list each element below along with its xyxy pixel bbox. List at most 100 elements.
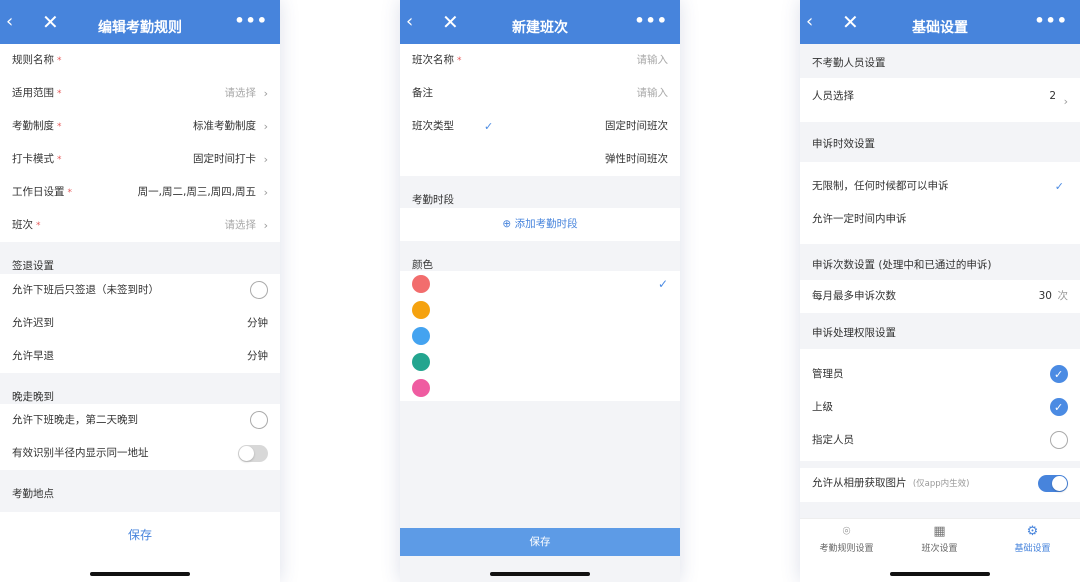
shift-value: 请选择: [224, 219, 257, 231]
basic-settings-screen: ‹ ✕ 基础设置 ••• 不考勤人员设置 人员选择 2 › 申诉时效设置 无限制…: [800, 0, 1080, 582]
sign-out-only-radio[interactable]: [250, 281, 268, 299]
tab-rule-settings[interactable]: ⌾ 考勤规则设置: [800, 523, 893, 554]
role-designated-label: 指定人员: [812, 434, 854, 446]
album-row[interactable]: 允许从相册获取图片 (仅app内生效): [800, 468, 1080, 502]
attendance-system-row[interactable]: 考勤制度 * 标准考勤制度 ›: [0, 110, 280, 143]
chevron-right-icon: ›: [263, 153, 268, 166]
shift-type-fixed[interactable]: 固定时间班次: [605, 110, 668, 143]
late-night-row[interactable]: 允许下班晚走，第二天晚到: [0, 404, 280, 437]
scope-value: 请选择: [224, 87, 257, 99]
late-night-section-title: 晚走晚到: [12, 391, 54, 403]
late-night-radio[interactable]: [250, 411, 268, 429]
close-icon[interactable]: ✕: [442, 11, 462, 33]
back-icon[interactable]: ‹: [806, 11, 826, 33]
workday-label: 工作日设置: [12, 186, 65, 198]
appeal-time-group: 无限制，任何时候都可以申诉 ✓ 允许一定时间内申诉: [800, 162, 1080, 244]
shift-name-input[interactable]: 请输入: [637, 44, 669, 77]
attendance-system-label: 考勤制度: [12, 120, 54, 132]
sign-out-section: 签退设置: [0, 242, 280, 274]
people-select-row[interactable]: 人员选择 2 ›: [800, 78, 1080, 122]
color-swatch-row[interactable]: ✓: [400, 271, 680, 297]
color-swatch: [412, 379, 430, 397]
more-icon[interactable]: •••: [634, 10, 668, 32]
required-mark: *: [67, 188, 73, 198]
monthly-max-unit: 次: [1057, 290, 1069, 302]
new-shift-screen: ‹ ✕ 新建班次 ••• 班次名称 * 请输入 备注 请输入 班次类型 ✓ 固定时…: [400, 0, 680, 582]
nav-bar: ‹ ✕ 基础设置 •••: [800, 0, 1080, 44]
location-section-title: 考勤地点: [12, 488, 54, 500]
permission-section: 申诉处理权限设置: [800, 313, 1080, 349]
allow-early-unit: 分钟: [247, 350, 268, 362]
role-superior-row[interactable]: 上级: [800, 391, 1080, 424]
sign-out-only-label: 允许下班后只签退（未签到时）: [12, 284, 159, 296]
shift-type-fixed-row[interactable]: 班次类型 ✓ 固定时间班次: [400, 110, 680, 143]
clock-mode-row[interactable]: 打卡模式 * 固定时间打卡 ›: [0, 143, 280, 176]
allow-early-row[interactable]: 允许早退 分钟: [0, 340, 280, 373]
color-swatch-row[interactable]: [400, 323, 680, 349]
rule-name-row[interactable]: 规则名称 *: [0, 44, 280, 77]
shift-name-row[interactable]: 班次名称 * 请输入: [400, 44, 680, 77]
back-icon[interactable]: ‹: [406, 11, 426, 33]
save-button[interactable]: 保存: [400, 528, 680, 556]
tab-label: 班次设置: [921, 544, 958, 554]
monthly-max-row[interactable]: 每月最多申诉次数 30 次: [800, 280, 1080, 313]
required-mark: *: [57, 122, 62, 132]
home-indicator: [90, 572, 190, 576]
role-superior-checkbox[interactable]: [1050, 398, 1068, 416]
allow-late-row[interactable]: 允许迟到 分钟: [0, 307, 280, 340]
add-period-button[interactable]: ⊕ 添加考勤时段: [400, 208, 680, 241]
add-period-label: 添加考勤时段: [514, 218, 578, 230]
bottom-save-bar: 保存: [0, 512, 280, 582]
back-icon[interactable]: ‹: [6, 11, 26, 33]
close-icon[interactable]: ✕: [42, 11, 62, 33]
workday-value: 周一,周二,周三,周四,周五: [137, 186, 256, 198]
sign-out-only-row[interactable]: 允许下班后只签退（未签到时）: [0, 274, 280, 307]
add-period-row[interactable]: ⊕ 添加考勤时段: [400, 208, 680, 241]
role-admin-row[interactable]: 管理员: [800, 358, 1080, 391]
radius-toggle[interactable]: [238, 445, 268, 462]
period-section: 考勤时段: [400, 176, 680, 208]
radius-row[interactable]: 有效识别半径内显示同一地址: [0, 437, 280, 470]
location-pin-icon: ⌾: [842, 524, 851, 539]
home-indicator: [490, 572, 590, 576]
allow-late-label: 允许迟到: [12, 317, 54, 329]
shift-row[interactable]: 班次 * 请选择 ›: [0, 209, 280, 242]
color-swatch: [412, 353, 430, 371]
radius-label: 有效识别半径内显示同一地址: [12, 447, 149, 459]
color-swatch-row[interactable]: [400, 297, 680, 323]
more-icon[interactable]: •••: [234, 10, 268, 32]
appeal-unlimited-row[interactable]: 无限制，任何时候都可以申诉 ✓: [800, 170, 1080, 203]
color-swatch-row[interactable]: [400, 375, 680, 401]
page-title: 新建班次: [512, 20, 568, 36]
appeal-limited-row[interactable]: 允许一定时间内申诉: [800, 203, 1080, 236]
tab-shift-settings[interactable]: ▦ 班次设置: [893, 523, 986, 554]
scope-row[interactable]: 适用范围 * 请选择 ›: [0, 77, 280, 110]
exempt-section: 不考勤人员设置: [800, 44, 1080, 78]
close-icon[interactable]: ✕: [842, 11, 862, 33]
shift-type-flex[interactable]: 弹性时间班次: [605, 143, 668, 176]
toggle-knob: [1052, 476, 1067, 491]
gear-icon: ⚙: [1026, 524, 1039, 539]
note-input[interactable]: 请输入: [637, 77, 669, 110]
shift-type-flex-row[interactable]: 弹性时间班次: [400, 143, 680, 176]
required-mark: *: [36, 221, 41, 231]
rule-name-label: 规则名称: [12, 54, 54, 66]
role-designated-row[interactable]: 指定人员: [800, 424, 1080, 457]
color-swatch-row[interactable]: [400, 349, 680, 375]
role-admin-checkbox[interactable]: [1050, 365, 1068, 383]
shift-type-label: 班次类型: [412, 120, 454, 132]
edit-attendance-rule-screen: ‹ ✕ 编辑考勤规则 ••• 规则名称 * 适用范围 * 请选择 › 考勤制度 * 标…: [0, 0, 280, 582]
calendar-icon: ▦: [933, 524, 946, 539]
note-row[interactable]: 备注 请输入: [400, 77, 680, 110]
nav-bar: ‹ ✕ 编辑考勤规则 •••: [0, 0, 280, 44]
workday-row[interactable]: 工作日设置 * 周一,周二,周三,周四,周五 ›: [0, 176, 280, 209]
monthly-max-value[interactable]: 30: [1039, 280, 1052, 313]
more-icon[interactable]: •••: [1034, 10, 1068, 32]
tab-basic-settings[interactable]: ⚙ 基础设置: [986, 523, 1079, 554]
role-designated-checkbox[interactable]: [1050, 431, 1068, 449]
album-toggle[interactable]: [1038, 475, 1068, 492]
color-swatch: [412, 275, 430, 293]
chevron-right-icon: ›: [263, 87, 268, 100]
note-label: 备注: [412, 87, 433, 99]
save-button[interactable]: 保存: [0, 526, 280, 543]
